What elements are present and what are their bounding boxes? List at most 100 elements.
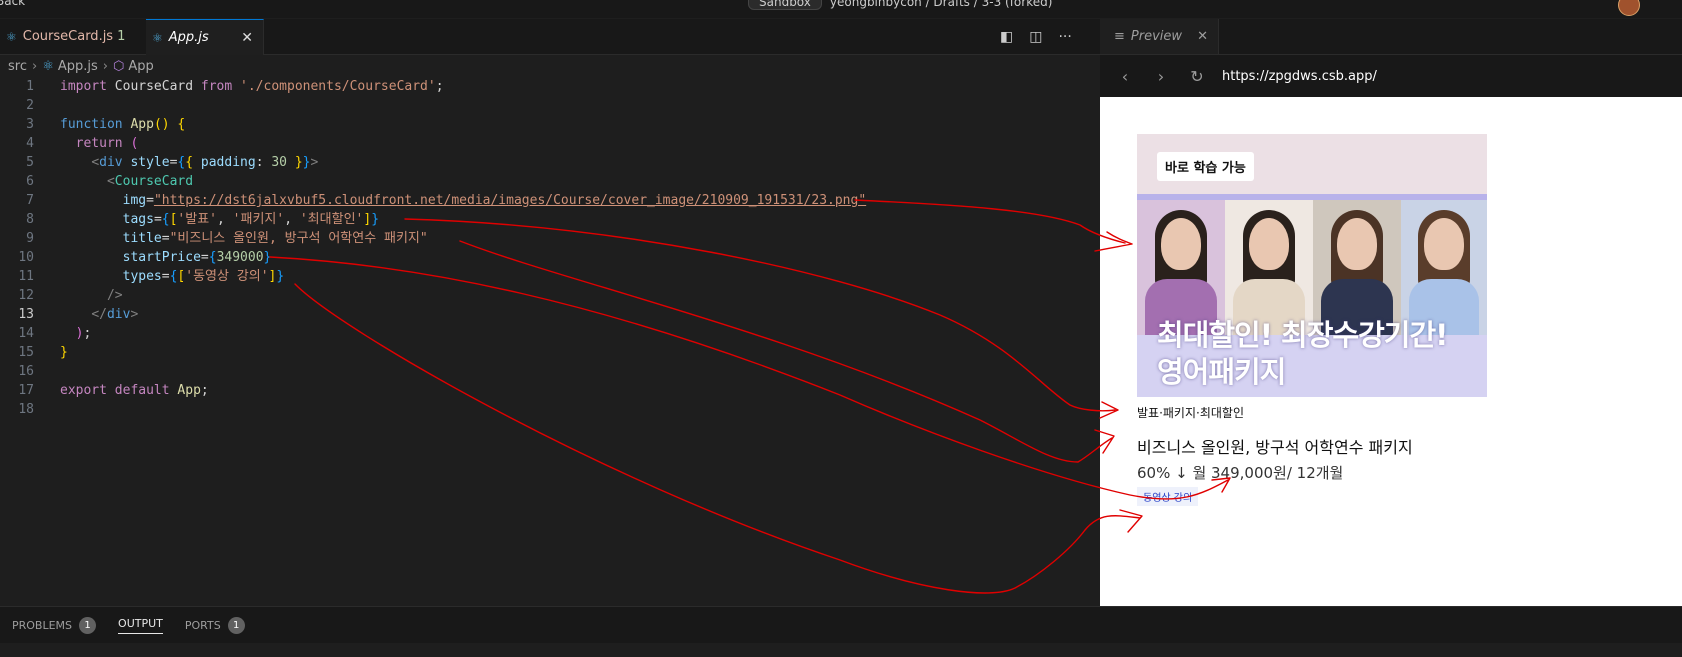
punctuation: />	[106, 288, 123, 303]
tab-label: App.js	[168, 30, 209, 45]
line-number: 6	[26, 174, 34, 189]
string: '패키지'	[232, 212, 285, 227]
back-button[interactable]: Back	[0, 0, 25, 8]
keyword: import	[60, 79, 107, 94]
code-line[interactable]: 7 img="https://dst6jalxvbuf5.cloudfront.…	[0, 191, 1100, 210]
code-line[interactable]: 1 import CourseCard from './components/Co…	[0, 77, 1100, 96]
line-number: 10	[18, 250, 34, 265]
tab-preview[interactable]: ≡ Preview ✕	[1100, 19, 1219, 54]
line-number: 7	[26, 193, 34, 208]
course-cover-image[interactable]: 바로 학습 가능 최대할인! 최장수강기간! 영어패키지	[1137, 134, 1487, 397]
identifier: CourseCard	[106, 79, 201, 94]
bracket: {	[177, 117, 186, 132]
code-line[interactable]: 5 <div style={{ padding: 30 }}>	[0, 153, 1100, 172]
string: "비즈니스 올인원, 방구석 어학연수 패키지"	[169, 231, 428, 246]
code-line[interactable]: 4 return (	[0, 134, 1100, 153]
code-line[interactable]: 3 function App() {	[0, 115, 1100, 134]
line-number: 16	[18, 364, 34, 379]
bracket: ]	[363, 212, 372, 227]
keyword: export	[60, 383, 107, 398]
preview-pane: 바로 학습 가능 최대할인! 최장수강기간! 영어패키지 발표·패키지·최대할인…	[1100, 97, 1682, 606]
code-line[interactable]: 15}	[0, 343, 1100, 362]
forward-arrow-icon[interactable]: ›	[1150, 67, 1172, 86]
code-line[interactable]: 9 title="비즈니스 올인원, 방구석 어학연수 패키지"	[0, 229, 1100, 248]
line-number: 2	[26, 98, 34, 113]
breadcrumb: src › ⚛ App.js › ⬡ App	[0, 55, 1100, 77]
punctuation: >	[310, 155, 319, 170]
code-line[interactable]: 14 );	[0, 324, 1100, 343]
keyword: return	[75, 136, 123, 151]
bracket: }	[294, 155, 303, 170]
code-line[interactable]: 11 types={['동영상 강의']}	[0, 267, 1100, 286]
jsx-attribute: title	[122, 231, 162, 246]
course-title[interactable]: 비즈니스 올인원, 방구석 어학연수 패키지	[1137, 434, 1413, 458]
punctuation: =	[200, 250, 209, 265]
tab-label: CourseCard.js	[22, 29, 114, 44]
tab-output[interactable]: OUTPUT	[118, 607, 163, 644]
code-line[interactable]: 6 <CourseCard	[0, 172, 1100, 191]
identifier: App	[177, 383, 201, 398]
line-number: 8	[26, 212, 34, 227]
tab-problems[interactable]: PROBLEMS 1	[12, 607, 97, 644]
punctuation: ,	[284, 212, 300, 227]
punctuation: >	[130, 307, 139, 322]
back-arrow-icon[interactable]: ‹	[1114, 67, 1136, 86]
punctuation: <	[91, 155, 100, 170]
tab-ports[interactable]: PORTS 1	[185, 607, 245, 644]
avatar[interactable]	[1618, 0, 1640, 16]
line-number: 18	[18, 402, 34, 417]
bracket: ()	[153, 117, 170, 132]
code-line[interactable]: 17 export default App;	[0, 381, 1100, 400]
tab-app[interactable]: ⚛ App.js ✕	[146, 19, 264, 55]
toggle-panel-icon[interactable]: ◧	[1000, 29, 1013, 45]
line-number: 9	[26, 231, 34, 246]
panel-tab-bar: PROBLEMS 1 OUTPUT PORTS 1	[0, 606, 1682, 644]
workspace-path[interactable]: yeongbinbycon / Drafts / 3-3 (forked)	[830, 0, 1053, 9]
editor-actions: ◧ ◫ ···	[1000, 19, 1072, 54]
string-link[interactable]: "https://dst6jalxvbuf5.cloudfront.net/me…	[154, 193, 866, 208]
code-line[interactable]: 2	[0, 96, 1100, 115]
bracket: {	[161, 212, 170, 227]
line-number: 11	[18, 269, 34, 284]
breadcrumb-file[interactable]: App.js	[58, 59, 98, 74]
string: '동영상 강의'	[185, 269, 269, 284]
bracket: }	[302, 155, 311, 170]
sandbox-pill[interactable]: Sandbox	[748, 0, 822, 10]
more-actions-icon[interactable]: ···	[1058, 29, 1071, 45]
code-line[interactable]: 16	[0, 362, 1100, 381]
tab-label: PROBLEMS	[12, 619, 73, 632]
course-tags: 발표·패키지·최대할인	[1137, 406, 1244, 420]
code-line[interactable]: 13 </div>	[0, 305, 1100, 324]
reload-icon[interactable]: ↻	[1186, 67, 1208, 86]
code-line[interactable]: 12 />	[0, 286, 1100, 305]
close-icon[interactable]: ✕	[1197, 29, 1208, 44]
tab-coursecard[interactable]: ⚛ CourseCard.js 1	[0, 19, 147, 54]
punctuation: ;	[200, 383, 209, 398]
bracket: }	[263, 250, 272, 265]
string: '최대할인'	[299, 212, 364, 227]
tab-label: Preview	[1130, 29, 1183, 44]
close-icon[interactable]: ✕	[241, 30, 253, 46]
address-input[interactable]: https://zpgdws.csb.app/	[1222, 69, 1377, 84]
jsx-attribute: startPrice	[122, 250, 201, 265]
jsx-tag: div	[106, 307, 131, 322]
code-editor[interactable]: 1 import CourseCard from './components/Co…	[0, 77, 1100, 605]
keyword: function	[60, 117, 123, 132]
line-number: 1	[26, 79, 34, 94]
tab-label: PORTS	[184, 619, 221, 632]
line-number: 3	[26, 117, 34, 132]
code-line[interactable]: 8 tags={['발표', '패키지', '최대할인']}	[0, 210, 1100, 229]
jsx-tag: div	[99, 155, 123, 170]
code-line[interactable]: 10 startPrice={349000}	[0, 248, 1100, 267]
image-badge: 바로 학습 가능	[1157, 152, 1254, 181]
code-line[interactable]: 18	[0, 400, 1100, 419]
breadcrumb-src[interactable]: src	[8, 59, 27, 74]
number: 349000	[216, 250, 264, 265]
breadcrumb-symbol[interactable]: App	[128, 59, 153, 74]
punctuation: </	[91, 307, 107, 322]
punctuation: ,	[217, 212, 233, 227]
split-editor-icon[interactable]: ◫	[1029, 29, 1042, 45]
jsx-attribute: types	[122, 269, 162, 284]
punctuation: =	[153, 212, 162, 227]
jsx-attribute: tags	[122, 212, 154, 227]
